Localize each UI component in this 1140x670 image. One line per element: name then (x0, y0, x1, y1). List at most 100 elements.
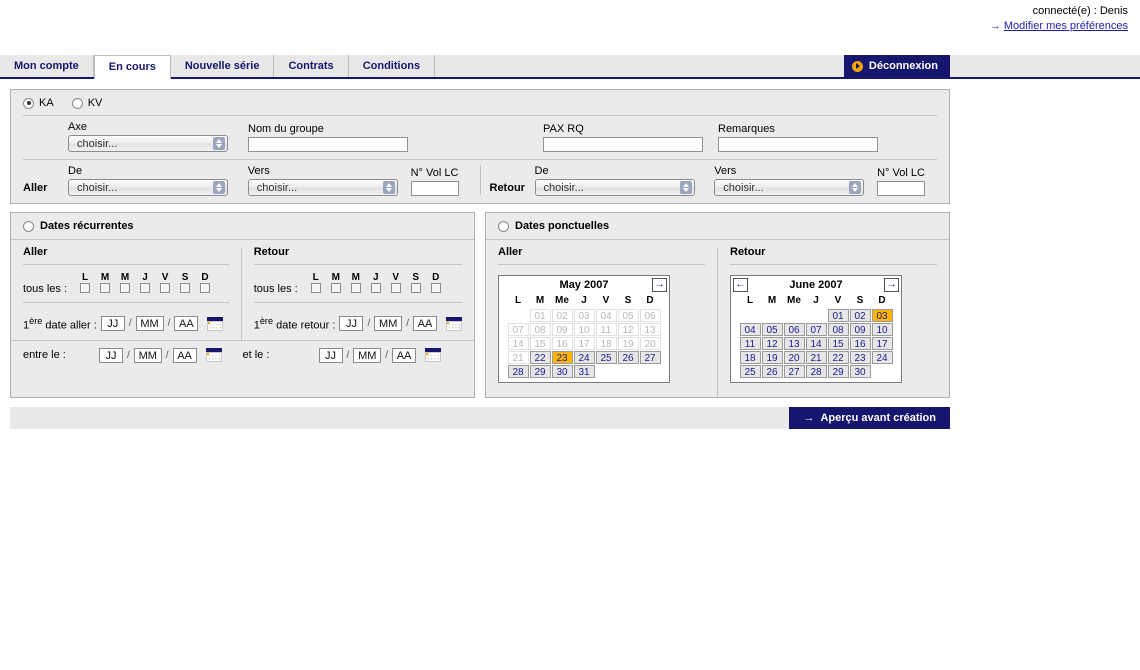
calendar-day-cell[interactable]: 15 (827, 337, 849, 350)
tab-nouvelle-serie[interactable]: Nouvelle série (170, 55, 275, 77)
calendar-day-03[interactable]: 03 (871, 309, 893, 322)
calendar-day-22[interactable]: 22 (827, 351, 849, 364)
calendar-day-cell[interactable]: 24 (871, 351, 893, 364)
calendar-day-cell[interactable]: 27 (639, 351, 661, 364)
calendar-day-30[interactable]: 30 (849, 365, 871, 378)
calendar-day-24[interactable]: 24 (573, 351, 595, 364)
calendar-day-cell[interactable]: 05 (761, 323, 783, 336)
calendar-day-14[interactable]: 14 (805, 337, 827, 350)
calendar-day-29[interactable]: 29 (529, 365, 551, 378)
calendar-day-cell[interactable]: 19 (761, 351, 783, 364)
calendar-day-25[interactable]: 25 (595, 351, 617, 364)
calendar-day-cell[interactable]: 26 (617, 351, 639, 364)
logout-button[interactable]: Déconnexion (843, 55, 950, 77)
first-aller-year-input[interactable]: AA (174, 316, 199, 332)
calendar-day-cell[interactable]: 04 (739, 323, 761, 336)
calendar-day-cell[interactable]: 24 (573, 351, 595, 364)
calendar-day-cell[interactable]: 13 (783, 337, 805, 350)
calendar-day-cell[interactable]: 07 (805, 323, 827, 336)
retour-calendar-prev-button[interactable]: ← (733, 277, 748, 292)
calendar-day-08[interactable]: 08 (827, 323, 849, 336)
calendar-day-21[interactable]: 21 (805, 351, 827, 364)
calendar-day-28[interactable]: 28 (805, 365, 827, 378)
calendar-day-22[interactable]: 22 (529, 351, 551, 364)
tab-en-cours[interactable]: En cours (93, 55, 171, 79)
calendar-day-cell[interactable]: 23 (849, 351, 871, 364)
calendar-day-cell[interactable]: 16 (849, 337, 871, 350)
calendar-icon[interactable] (207, 316, 224, 331)
checkbox-aller-mardi[interactable] (100, 283, 111, 293)
calendar-day-cell[interactable]: 06 (783, 323, 805, 336)
calendar-day-cell[interactable]: 21 (805, 351, 827, 364)
checkbox-aller-mercredi[interactable] (120, 283, 131, 293)
checkbox-aller-vendredi[interactable] (160, 283, 171, 293)
axe-select[interactable]: choisir... (68, 135, 228, 152)
radio-ka[interactable] (23, 97, 34, 109)
checkbox-retour-jeudi[interactable] (370, 283, 381, 293)
first-retour-day-input[interactable]: JJ (339, 316, 364, 332)
calendar-day-17[interactable]: 17 (871, 337, 893, 350)
calendar-day-11[interactable]: 11 (739, 337, 761, 350)
calendar-day-12[interactable]: 12 (761, 337, 783, 350)
calendar-day-cell[interactable]: 01 (827, 309, 849, 322)
first-aller-day-input[interactable]: JJ (100, 316, 125, 332)
checkbox-aller-jeudi[interactable] (140, 283, 151, 293)
radio-dates-recurrentes[interactable] (23, 220, 34, 232)
calendar-day-05[interactable]: 05 (761, 323, 783, 336)
calendar-day-cell[interactable]: 17 (871, 337, 893, 350)
calendar-day-18[interactable]: 18 (739, 351, 761, 364)
calendar-day-cell[interactable]: 11 (739, 337, 761, 350)
calendar-day-cell[interactable]: 18 (739, 351, 761, 364)
range-from-day-input[interactable]: JJ (99, 347, 123, 363)
tab-mon-compte[interactable]: Mon compte (0, 55, 94, 77)
checkbox-retour-samedi[interactable] (410, 283, 421, 293)
modify-preferences-link[interactable]: Modifier mes préférences (1004, 20, 1128, 32)
calendar-day-25[interactable]: 25 (739, 365, 761, 378)
nom-du-groupe-input[interactable] (248, 137, 408, 152)
calendar-day-23[interactable]: 23 (849, 351, 871, 364)
range-from-month-input[interactable]: MM (133, 347, 162, 363)
aller-vers-select[interactable]: choisir... (247, 179, 398, 196)
calendar-day-cell[interactable]: 25 (739, 365, 761, 378)
calendar-day-26[interactable]: 26 (617, 351, 639, 364)
checkbox-retour-mardi[interactable] (330, 283, 341, 293)
calendar-day-cell[interactable]: 10 (871, 323, 893, 336)
first-retour-year-input[interactable]: AA (413, 316, 437, 332)
first-retour-month-input[interactable]: MM (374, 316, 403, 332)
calendar-day-19[interactable]: 19 (761, 351, 783, 364)
calendar-day-cell[interactable]: 22 (529, 351, 551, 364)
calendar-day-16[interactable]: 16 (849, 337, 871, 350)
calendar-day-24[interactable]: 24 (871, 351, 893, 364)
checkbox-retour-dimanche[interactable] (430, 283, 441, 293)
tab-conditions[interactable]: Conditions (348, 55, 436, 77)
calendar-day-23[interactable]: 23 (551, 351, 573, 364)
calendar-day-13[interactable]: 13 (783, 337, 805, 350)
aller-vol-input[interactable] (410, 181, 459, 196)
calendar-icon[interactable] (205, 348, 222, 363)
calendar-day-cell[interactable]: 09 (849, 323, 871, 336)
calendar-day-cell[interactable]: 29 (827, 365, 849, 378)
retour-de-select[interactable]: choisir... (534, 179, 695, 196)
calendar-day-cell[interactable]: 25 (595, 351, 617, 364)
retour-calendar-next-button[interactable]: → (884, 277, 899, 292)
calendar-day-cell[interactable]: 30 (551, 365, 573, 378)
calendar-day-04[interactable]: 04 (739, 323, 761, 336)
calendar-icon[interactable] (446, 316, 462, 331)
calendar-day-cell[interactable]: 02 (849, 309, 871, 322)
calendar-day-27[interactable]: 27 (783, 365, 805, 378)
calendar-day-cell[interactable]: 08 (827, 323, 849, 336)
calendar-day-15[interactable]: 15 (827, 337, 849, 350)
calendar-icon[interactable] (425, 348, 442, 363)
calendar-day-10[interactable]: 10 (871, 323, 893, 336)
range-from-year-input[interactable]: AA (172, 347, 197, 363)
preview-before-creation-button[interactable]: → Aperçu avant création (789, 407, 950, 429)
radio-kv[interactable] (71, 97, 83, 109)
calendar-day-07[interactable]: 07 (805, 323, 827, 336)
retour-vers-select[interactable]: choisir... (714, 179, 865, 196)
calendar-day-09[interactable]: 09 (849, 323, 871, 336)
calendar-day-01[interactable]: 01 (827, 309, 849, 322)
calendar-day-cell[interactable]: 14 (805, 337, 827, 350)
calendar-day-27[interactable]: 27 (639, 351, 661, 364)
calendar-day-cell[interactable]: 29 (529, 365, 551, 378)
calendar-day-cell[interactable]: 27 (783, 365, 805, 378)
